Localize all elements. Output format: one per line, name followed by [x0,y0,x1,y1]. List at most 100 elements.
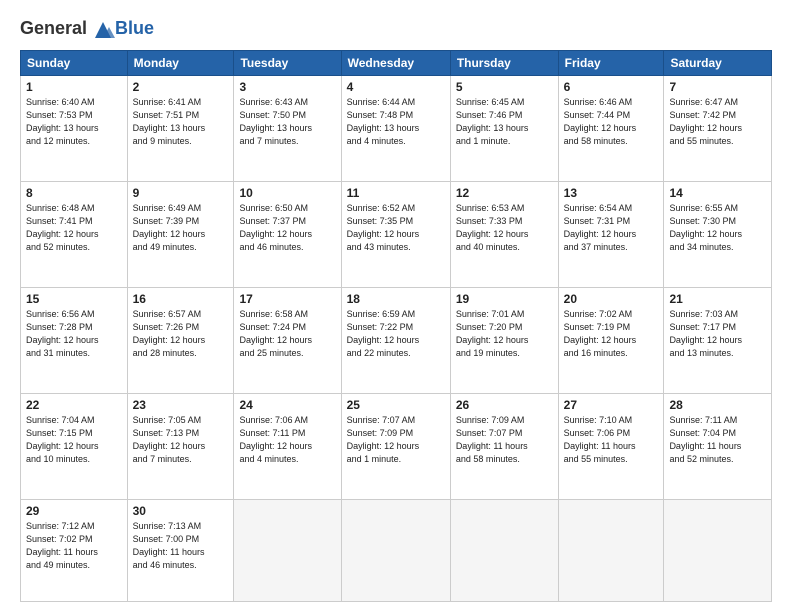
calendar-cell: 9 Sunrise: 6:49 AMSunset: 7:39 PMDaylight… [127,181,234,287]
calendar-cell: 15Sunrise: 6:56 AMSunset: 7:28 PMDayligh… [21,287,128,393]
day-number: 19 [456,292,553,306]
calendar-cell: 22 Sunrise: 7:04 AMSunset: 7:15 PMDayligh… [21,393,128,499]
calendar-cell: 28 Sunrise: 7:11 AMSunset: 7:04 PMDayligh… [664,393,772,499]
calendar-cell [450,499,558,601]
day-number: 2 [133,80,229,94]
day-info: Sunrise: 6:45 AMSunset: 7:46 PMDaylight:… [456,96,553,148]
calendar-cell: 6Sunrise: 6:46 AMSunset: 7:44 PMDaylight… [558,76,664,182]
day-number: 4 [347,80,445,94]
calendar-cell [234,499,341,601]
day-info: Sunrise: 7:09 AMSunset: 7:07 PMDaylight:… [456,414,553,466]
day-info: Sunrise: 6:58 AMSunset: 7:24 PMDaylight:… [239,308,335,360]
header-row: SundayMondayTuesdayWednesdayThursdayFrid… [21,51,772,76]
calendar-cell: 20 Sunrise: 7:02 AMSunset: 7:19 PMDayligh… [558,287,664,393]
calendar-cell: 5 Sunrise: 6:45 AMSunset: 7:46 PMDaylight… [450,76,558,182]
day-number: 21 [669,292,766,306]
day-info: Sunrise: 6:47 AMSunset: 7:42 PMDaylight:… [669,96,766,148]
week-row: 29 Sunrise: 7:12 AMSunset: 7:02 PMDayligh… [21,499,772,601]
weekday-header: Sunday [21,51,128,76]
week-row: 15Sunrise: 6:56 AMSunset: 7:28 PMDayligh… [21,287,772,393]
day-info: Sunrise: 7:04 AMSunset: 7:15 PMDaylight:… [26,414,122,466]
day-info: Sunrise: 7:01 AMSunset: 7:20 PMDaylight:… [456,308,553,360]
day-number: 7 [669,80,766,94]
calendar-cell [341,499,450,601]
calendar-cell: 3Sunrise: 6:43 AMSunset: 7:50 PMDaylight… [234,76,341,182]
logo: General Blue [20,18,154,40]
day-info: Sunrise: 6:59 AMSunset: 7:22 PMDaylight:… [347,308,445,360]
day-number: 16 [133,292,229,306]
day-number: 18 [347,292,445,306]
logo-general: General [20,18,117,40]
day-number: 13 [564,186,659,200]
calendar-cell: 29 Sunrise: 7:12 AMSunset: 7:02 PMDayligh… [21,499,128,601]
day-number: 15 [26,292,122,306]
day-number: 29 [26,504,122,518]
weekday-header: Monday [127,51,234,76]
day-number: 6 [564,80,659,94]
day-number: 26 [456,398,553,412]
calendar-cell: 7 Sunrise: 6:47 AMSunset: 7:42 PMDaylight… [664,76,772,182]
calendar-cell: 8 Sunrise: 6:48 AMSunset: 7:41 PMDaylight… [21,181,128,287]
calendar: SundayMondayTuesdayWednesdayThursdayFrid… [20,50,772,602]
day-number: 30 [133,504,229,518]
day-number: 22 [26,398,122,412]
day-number: 28 [669,398,766,412]
day-info: Sunrise: 7:05 AMSunset: 7:13 PMDaylight:… [133,414,229,466]
day-number: 14 [669,186,766,200]
day-number: 12 [456,186,553,200]
weekday-header: Thursday [450,51,558,76]
calendar-cell: 17Sunrise: 6:58 AMSunset: 7:24 PMDayligh… [234,287,341,393]
day-number: 11 [347,186,445,200]
day-info: Sunrise: 6:54 AMSunset: 7:31 PMDaylight:… [564,202,659,254]
day-info: Sunrise: 6:50 AMSunset: 7:37 PMDaylight:… [239,202,335,254]
day-info: Sunrise: 7:02 AMSunset: 7:19 PMDaylight:… [564,308,659,360]
calendar-cell: 23 Sunrise: 7:05 AMSunset: 7:13 PMDayligh… [127,393,234,499]
day-number: 27 [564,398,659,412]
week-row: 8 Sunrise: 6:48 AMSunset: 7:41 PMDaylight… [21,181,772,287]
day-info: Sunrise: 6:49 AMSunset: 7:39 PMDaylight:… [133,202,229,254]
day-number: 1 [26,80,122,94]
day-info: Sunrise: 7:03 AMSunset: 7:17 PMDaylight:… [669,308,766,360]
day-info: Sunrise: 7:07 AMSunset: 7:09 PMDaylight:… [347,414,445,466]
day-number: 23 [133,398,229,412]
weekday-header: Tuesday [234,51,341,76]
calendar-cell: 24 Sunrise: 7:06 AMSunset: 7:11 PMDayligh… [234,393,341,499]
day-info: Sunrise: 6:55 AMSunset: 7:30 PMDaylight:… [669,202,766,254]
day-info: Sunrise: 6:41 AMSunset: 7:51 PMDaylight:… [133,96,229,148]
calendar-cell: 25 Sunrise: 7:07 AMSunset: 7:09 PMDayligh… [341,393,450,499]
calendar-cell: 26 Sunrise: 7:09 AMSunset: 7:07 PMDayligh… [450,393,558,499]
day-info: Sunrise: 6:57 AMSunset: 7:26 PMDaylight:… [133,308,229,360]
day-number: 8 [26,186,122,200]
day-number: 5 [456,80,553,94]
calendar-cell: 19 Sunrise: 7:01 AMSunset: 7:20 PMDayligh… [450,287,558,393]
day-number: 20 [564,292,659,306]
calendar-cell: 21 Sunrise: 7:03 AMSunset: 7:17 PMDayligh… [664,287,772,393]
day-info: Sunrise: 6:52 AMSunset: 7:35 PMDaylight:… [347,202,445,254]
page: General Blue SundayMondayTuesdayWednesda… [0,0,792,612]
logo-icon [89,18,117,40]
day-info: Sunrise: 6:44 AMSunset: 7:48 PMDaylight:… [347,96,445,148]
week-row: 1Sunrise: 6:40 AMSunset: 7:53 PMDaylight… [21,76,772,182]
day-number: 24 [239,398,335,412]
calendar-cell: 1Sunrise: 6:40 AMSunset: 7:53 PMDaylight… [21,76,128,182]
day-info: Sunrise: 7:06 AMSunset: 7:11 PMDaylight:… [239,414,335,466]
day-info: Sunrise: 7:13 AMSunset: 7:00 PMDaylight:… [133,520,229,572]
calendar-cell: 16 Sunrise: 6:57 AMSunset: 7:26 PMDayligh… [127,287,234,393]
day-number: 25 [347,398,445,412]
calendar-cell: 10Sunrise: 6:50 AMSunset: 7:37 PMDayligh… [234,181,341,287]
calendar-cell [664,499,772,601]
logo-text-general: General [20,18,87,38]
day-info: Sunrise: 7:11 AMSunset: 7:04 PMDaylight:… [669,414,766,466]
calendar-cell: 11 Sunrise: 6:52 AMSunset: 7:35 PMDayligh… [341,181,450,287]
calendar-cell: 30 Sunrise: 7:13 AMSunset: 7:00 PMDayligh… [127,499,234,601]
day-info: Sunrise: 7:12 AMSunset: 7:02 PMDaylight:… [26,520,122,572]
day-number: 3 [239,80,335,94]
weekday-header: Saturday [664,51,772,76]
calendar-cell: 27 Sunrise: 7:10 AMSunset: 7:06 PMDayligh… [558,393,664,499]
day-number: 9 [133,186,229,200]
header: General Blue [20,18,772,40]
day-info: Sunrise: 6:48 AMSunset: 7:41 PMDaylight:… [26,202,122,254]
calendar-cell: 18 Sunrise: 6:59 AMSunset: 7:22 PMDayligh… [341,287,450,393]
calendar-cell: 2 Sunrise: 6:41 AMSunset: 7:51 PMDaylight… [127,76,234,182]
day-info: Sunrise: 7:10 AMSunset: 7:06 PMDaylight:… [564,414,659,466]
